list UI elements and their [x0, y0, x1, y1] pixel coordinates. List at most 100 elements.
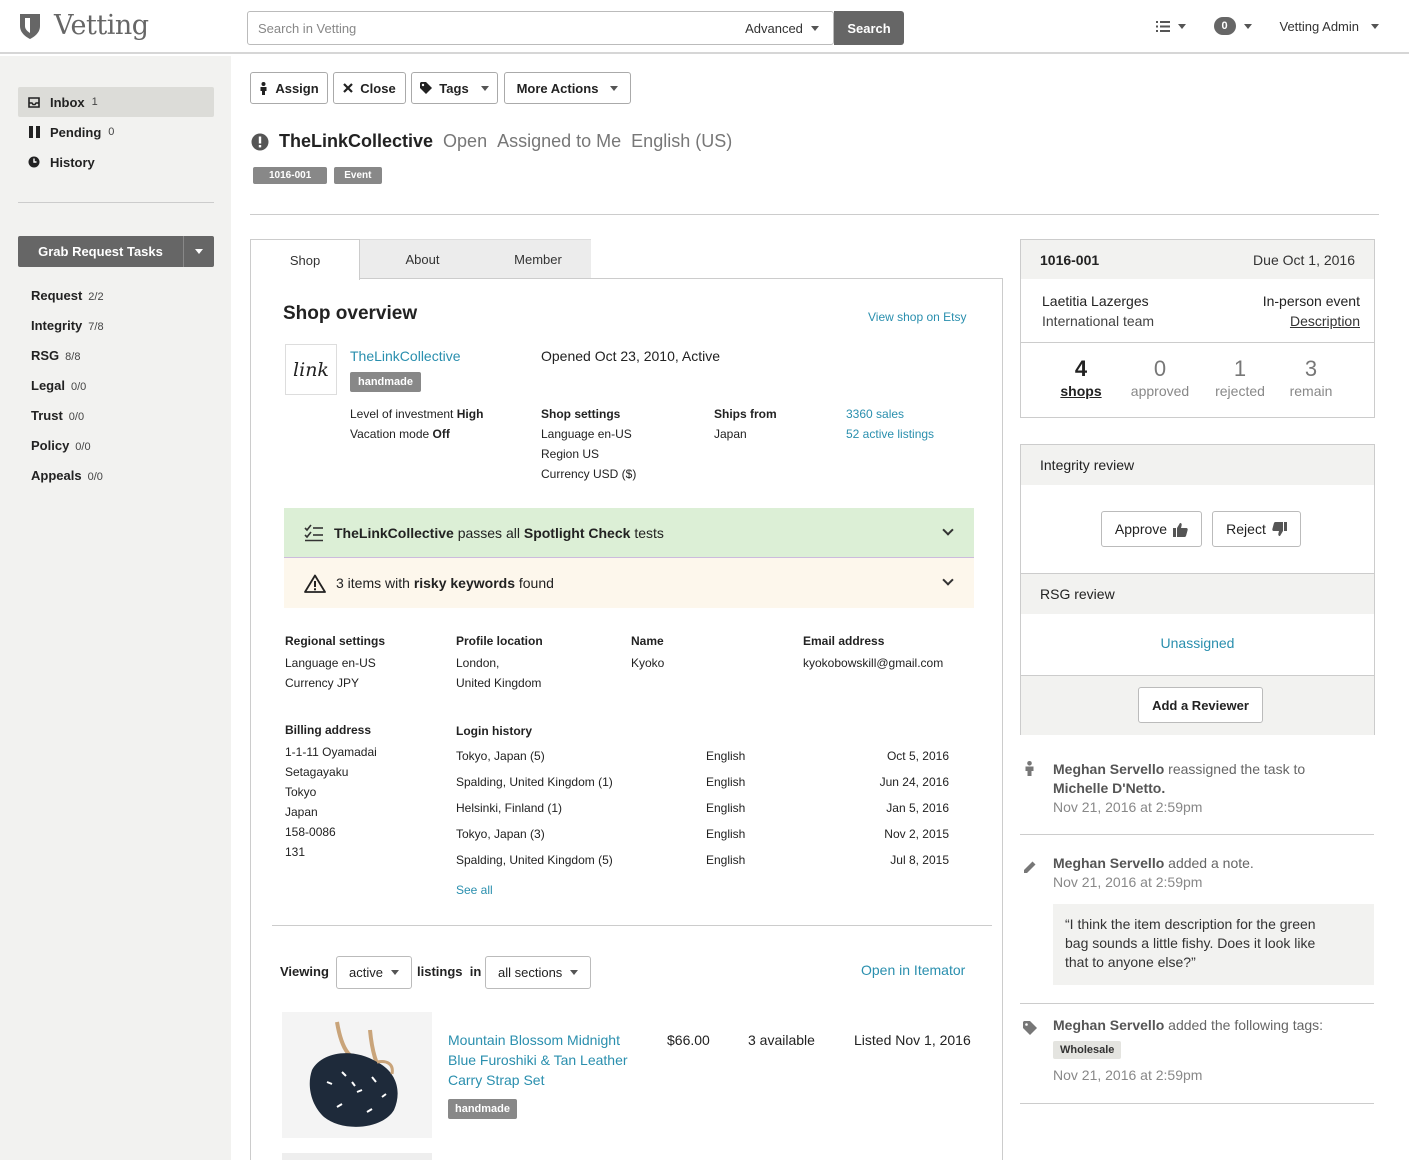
task-queue-appeals[interactable]: Appeals 0/0: [31, 468, 103, 483]
shop-name-link[interactable]: TheLinkCollective: [350, 348, 461, 364]
app-logo[interactable]: Vetting: [18, 10, 149, 41]
tab-shop[interactable]: Shop: [250, 239, 360, 280]
approve-button[interactable]: Approve: [1101, 511, 1202, 547]
spotlight-check-row[interactable]: TheLinkCollective passes all Spotlight C…: [284, 508, 974, 558]
activity-action: added a note.: [1168, 855, 1254, 871]
notifications-menu[interactable]: 0: [1213, 17, 1252, 35]
login-lang: English: [706, 775, 746, 789]
regional-settings: Regional settings Language en-US Currenc…: [285, 631, 385, 693]
grab-dropdown-toggle[interactable]: [184, 236, 214, 267]
search-box: Search in Vetting Advanced: [247, 11, 834, 45]
ships-from: Ships from Japan: [714, 404, 777, 444]
login-place: Tokyo, Japan (3): [456, 827, 545, 841]
billing-line: Japan: [285, 805, 318, 819]
login-place: Spalding, United Kingdom (5): [456, 853, 613, 867]
sidebar-divider: [18, 202, 214, 203]
rsg-review-header: RSG review: [1021, 574, 1374, 614]
reject-button[interactable]: Reject: [1212, 511, 1301, 547]
activity-time: Nov 21, 2016 at 2:59pm: [1053, 799, 1203, 815]
see-all-link[interactable]: See all: [456, 883, 493, 897]
task-queue-label: Policy: [31, 438, 70, 453]
grab-request-tasks-button[interactable]: Grab Request Tasks: [18, 236, 214, 267]
task-queue-legal[interactable]: Legal 0/0: [31, 378, 86, 393]
alert-icon: [251, 133, 269, 150]
profile-location: Profile location London, United Kingdom: [456, 631, 543, 693]
sidebar-item-history[interactable]: History: [18, 147, 214, 177]
sales-link[interactable]: 3360 sales: [846, 407, 904, 421]
activity-time: Nov 21, 2016 at 2:59pm: [1053, 1067, 1203, 1083]
active-listings-link[interactable]: 52 active listings: [846, 427, 934, 441]
task-queue-request[interactable]: Request 2/2: [31, 288, 104, 303]
sidebar-item-count: 0: [108, 126, 115, 138]
integrity-review-title: Integrity review: [1040, 457, 1135, 473]
unassigned-link[interactable]: Unassigned: [1161, 635, 1235, 651]
activity-actor: Meghan Servello: [1053, 761, 1165, 777]
activity-target: Michelle D'Netto.: [1053, 780, 1166, 796]
close-button[interactable]: Close: [333, 72, 406, 104]
app-name: Vetting: [54, 10, 149, 41]
sidebar-item-label: Inbox: [50, 94, 85, 110]
shop-setting: Language en-US: [541, 427, 632, 441]
task-queue-trust[interactable]: Trust 0/0: [31, 408, 84, 423]
sidebar-item-inbox[interactable]: Inbox 1: [18, 87, 214, 117]
login-lang: English: [706, 749, 746, 763]
activity-note: “I think the item description for the gr…: [1053, 904, 1374, 985]
search-input[interactable]: Search in Vetting: [248, 21, 731, 36]
stat-remain[interactable]: 3 remain: [1271, 356, 1351, 399]
integrity-review-header: Integrity review: [1021, 445, 1374, 485]
list-menu[interactable]: [1155, 20, 1186, 32]
advanced-dropdown[interactable]: Advanced: [731, 12, 833, 44]
risky-keywords-row[interactable]: 3 items with risky keywords found: [284, 558, 974, 608]
user-menu[interactable]: Vetting Admin: [1280, 19, 1379, 34]
tab-member[interactable]: Member: [485, 239, 591, 279]
requester-name: Laetitia Lazerges: [1042, 293, 1149, 309]
close-label: Close: [360, 80, 396, 96]
tags-button[interactable]: Tags: [411, 72, 498, 104]
vacation-label: Vacation mode: [350, 427, 430, 441]
event-info: In-person event Description: [1263, 291, 1360, 331]
login-place: Helsinki, Finland (1): [456, 801, 563, 815]
add-reviewer-button[interactable]: Add a Reviewer: [1138, 687, 1263, 723]
divider: [272, 925, 992, 926]
task-tag[interactable]: Event: [334, 167, 382, 184]
listing-state-select[interactable]: active: [336, 956, 412, 989]
person-icon: [1025, 761, 1034, 776]
view-shop-link[interactable]: View shop on Etsy: [868, 310, 967, 324]
stat-shops[interactable]: 4 shops: [1041, 356, 1121, 399]
login-date: Oct 5, 2016: [886, 749, 949, 763]
chevron-down-icon: [480, 85, 489, 91]
tab-about[interactable]: About: [360, 239, 485, 279]
inbox-icon: [28, 96, 40, 108]
listing-state-value: active: [349, 965, 383, 980]
listing-title[interactable]: Mountain Blossom Midnight Blue Furoshiki…: [448, 1030, 628, 1090]
stat-approved[interactable]: 0 approved: [1120, 356, 1200, 399]
checklist-icon: [304, 524, 323, 541]
reject-label: Reject: [1226, 521, 1266, 537]
stat-rejected[interactable]: 1 rejected: [1200, 356, 1280, 399]
spotlight-text: passes all: [457, 524, 520, 541]
sidebar-item-pending[interactable]: Pending 0: [18, 117, 214, 147]
regional-value: Currency JPY: [285, 676, 360, 690]
header-right: 0 Vetting Admin: [1128, 17, 1379, 35]
listing-image[interactable]: [282, 1012, 432, 1138]
login-lang: English: [706, 853, 746, 867]
login-lang: English: [706, 801, 746, 815]
risky-text: 3 items with: [336, 575, 410, 591]
more-actions-button[interactable]: More Actions: [504, 72, 631, 104]
search-button[interactable]: Search: [834, 11, 904, 45]
task-queue-count: 2/2: [88, 291, 104, 303]
open-in-itemator-link[interactable]: Open in Itemator: [861, 962, 965, 978]
risky-end: found: [518, 575, 554, 591]
task-tag[interactable]: 1016-001: [253, 167, 328, 184]
task-queue-policy[interactable]: Policy 0/0: [31, 438, 91, 453]
shop-opened: Opened Oct 23, 2010, Active: [541, 348, 721, 364]
sidebar: Inbox 1 Pending 0 History Grab Request T…: [0, 56, 231, 1160]
task-queue-rsg[interactable]: RSG 8/8: [31, 348, 80, 363]
listing-section-select[interactable]: all sections: [485, 956, 592, 989]
description-link[interactable]: Description: [1290, 313, 1360, 329]
ships-from-title: Ships from: [714, 407, 777, 421]
more-actions-label: More Actions: [516, 80, 599, 96]
assign-button[interactable]: Assign: [250, 72, 328, 104]
task-queue-integrity[interactable]: Integrity 7/8: [31, 318, 104, 333]
listing-image-next: [282, 1153, 432, 1160]
